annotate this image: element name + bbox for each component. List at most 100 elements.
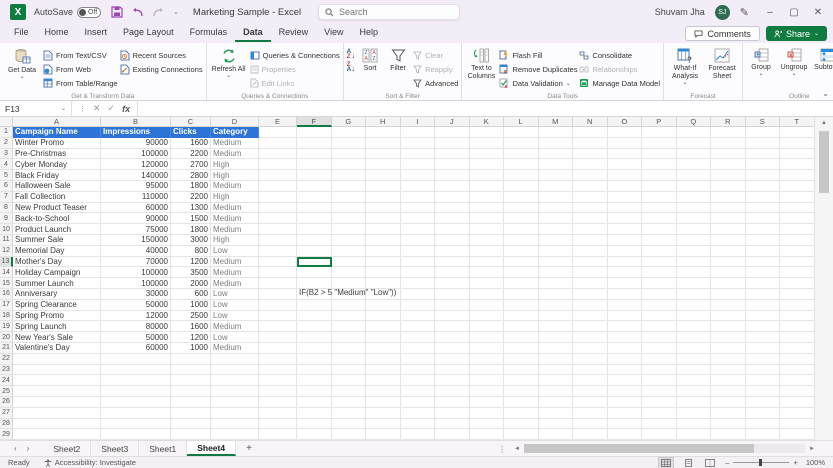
cell-H9[interactable] [366, 213, 401, 225]
cell-G8[interactable] [331, 202, 366, 214]
cell-F26[interactable] [297, 396, 332, 408]
cell-L20[interactable] [504, 332, 539, 343]
cell-O11[interactable] [607, 234, 642, 246]
cell-N23[interactable] [573, 364, 608, 376]
cell-D21[interactable]: Medium [211, 342, 259, 354]
cell-H17[interactable] [366, 299, 401, 311]
cell-O18[interactable] [607, 310, 642, 322]
cell-L7[interactable] [504, 191, 539, 203]
cell-S9[interactable] [745, 213, 780, 225]
cell-M22[interactable] [538, 353, 573, 365]
cell-Q6[interactable] [676, 180, 711, 192]
cell-L10[interactable] [504, 224, 539, 235]
cell-L29[interactable] [504, 429, 539, 440]
cell-M20[interactable] [538, 332, 573, 343]
cell-A4[interactable]: Cyber Monday [13, 159, 101, 171]
cell-R14[interactable] [711, 267, 746, 279]
cell-I3[interactable] [400, 148, 435, 160]
tab-insert[interactable]: Insert [77, 25, 116, 42]
cell-N15[interactable] [573, 278, 608, 289]
cell-A26[interactable] [13, 396, 101, 408]
cell-E14[interactable] [259, 267, 297, 279]
cell-N1[interactable] [573, 127, 608, 138]
autosave-toggle[interactable]: AutoSave Off [34, 6, 102, 18]
name-box[interactable]: F13 ⌄ [0, 101, 72, 116]
cell-C13[interactable]: 1200 [171, 256, 211, 268]
cell-R1[interactable] [711, 127, 746, 138]
cell-O13[interactable] [607, 256, 642, 268]
cell-D18[interactable]: Low [211, 310, 259, 322]
cell-A9[interactable]: Back-to-School [13, 213, 101, 225]
cell-D17[interactable]: Low [211, 299, 259, 311]
cell-N14[interactable] [573, 267, 608, 279]
cell-K26[interactable] [469, 396, 504, 408]
cell-E21[interactable] [259, 342, 297, 354]
cell-T17[interactable] [780, 299, 814, 311]
cell-R22[interactable] [711, 353, 746, 365]
cell-S23[interactable] [745, 364, 780, 376]
cell-B17[interactable]: 50000 [101, 299, 171, 311]
cell-C26[interactable] [171, 396, 211, 408]
cell-S27[interactable] [745, 407, 780, 419]
cell-Q25[interactable] [676, 386, 711, 397]
cell-A19[interactable]: Spring Launch [13, 321, 101, 333]
cell-I18[interactable] [400, 310, 435, 322]
group-button[interactable]: + Group ⌄ [746, 46, 776, 77]
page-break-preview-button[interactable] [703, 458, 717, 468]
cell-L24[interactable] [504, 375, 539, 387]
cell-L27[interactable] [504, 407, 539, 419]
cell-L15[interactable] [504, 278, 539, 289]
cell-R11[interactable] [711, 234, 746, 246]
row-header-22[interactable]: 22 [0, 353, 13, 365]
cell-R28[interactable] [711, 418, 746, 430]
cell-O24[interactable] [607, 375, 642, 387]
cell-C3[interactable]: 2200 [171, 148, 211, 160]
cell-M23[interactable] [538, 364, 573, 376]
cell-H4[interactable] [366, 159, 401, 171]
cell-T28[interactable] [780, 418, 814, 430]
queries-connections-button[interactable]: Queries & Connections [250, 49, 340, 61]
cell-E23[interactable] [259, 364, 297, 376]
cell-I6[interactable] [400, 180, 435, 192]
cell-A2[interactable]: Winter Promo [13, 137, 101, 149]
cell-R7[interactable] [711, 191, 746, 203]
cell-P28[interactable] [642, 418, 677, 430]
cell-E3[interactable] [259, 148, 297, 160]
cell-D4[interactable]: High [211, 159, 259, 171]
cell-S24[interactable] [745, 375, 780, 387]
cell-O12[interactable] [607, 245, 642, 257]
cell-Q18[interactable] [676, 310, 711, 322]
cell-O29[interactable] [607, 429, 642, 440]
cell-Q24[interactable] [676, 375, 711, 387]
cell-P27[interactable] [642, 407, 677, 419]
cell-E4[interactable] [259, 159, 297, 171]
select-all-corner[interactable] [0, 117, 13, 127]
clear-button[interactable]: Clear [413, 49, 458, 61]
cell-R4[interactable] [711, 159, 746, 171]
cell-M24[interactable] [538, 375, 573, 387]
cell-F10[interactable] [297, 224, 332, 235]
cell-D14[interactable]: Medium [211, 267, 259, 279]
cell-G25[interactable] [331, 386, 366, 397]
cell-P14[interactable] [642, 267, 677, 279]
cell-P5[interactable] [642, 170, 677, 181]
cell-B7[interactable]: 110000 [101, 191, 171, 203]
column-header-C[interactable]: C [171, 117, 211, 127]
cell-Q4[interactable] [676, 159, 711, 171]
row-header-17[interactable]: 17 [0, 299, 13, 311]
collapse-ribbon-icon[interactable]: ⌄ [822, 89, 829, 98]
cell-L8[interactable] [504, 202, 539, 214]
cell-D19[interactable]: Medium [211, 321, 259, 333]
cell-D8[interactable]: Medium [211, 202, 259, 214]
cell-F11[interactable] [297, 234, 332, 246]
cell-E24[interactable] [259, 375, 297, 387]
cell-P7[interactable] [642, 191, 677, 203]
cell-K3[interactable] [469, 148, 504, 160]
cell-H22[interactable] [366, 353, 401, 365]
cell-J14[interactable] [435, 267, 470, 279]
cell-Q27[interactable] [676, 407, 711, 419]
save-icon[interactable] [111, 6, 123, 18]
search-input[interactable]: Search [318, 4, 460, 20]
cell-R2[interactable] [711, 137, 746, 149]
cell-M14[interactable] [538, 267, 573, 279]
